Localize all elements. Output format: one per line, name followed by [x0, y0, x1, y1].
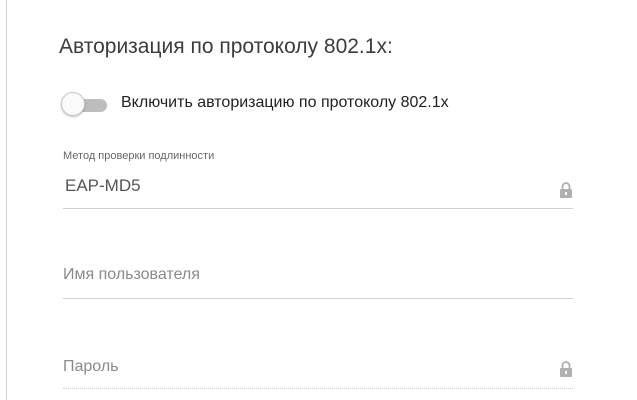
enable-8021x-toggle[interactable] [61, 92, 107, 116]
toggle-knob[interactable] [61, 92, 85, 116]
auth-method-caption: Метод проверки подлинности [63, 150, 215, 162]
password-input[interactable]: Пароль [63, 358, 119, 376]
auth-method-field[interactable]: Метод проверки подлинности EAP-MD5 [63, 146, 573, 209]
password-field[interactable]: Пароль [63, 346, 573, 389]
section-title: Авторизация по протоколу 802.1x: [59, 35, 393, 58]
lock-icon [559, 360, 573, 378]
settings-panel: Авторизация по протоколу 802.1x: Включит… [6, 0, 637, 400]
enable-8021x-label[interactable]: Включить авторизацию по протоколу 802.1x [121, 94, 449, 112]
username-field[interactable]: Имя пользователя [63, 250, 573, 299]
auth-method-value[interactable]: EAP-MD5 [65, 176, 141, 196]
lock-icon [559, 181, 573, 199]
username-input[interactable]: Имя пользователя [63, 266, 200, 284]
